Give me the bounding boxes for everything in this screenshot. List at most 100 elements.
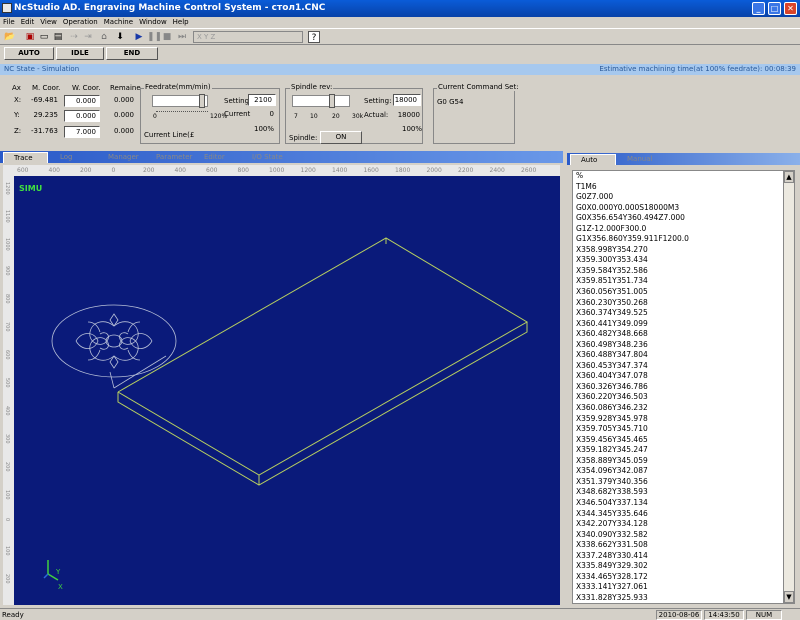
z-axis-indicator	[43, 573, 49, 579]
gcode-line[interactable]: X359.456Y345.465	[573, 435, 783, 446]
gcode-line[interactable]: X340.090Y332.582	[573, 530, 783, 541]
scroll-up-icon[interactable]: ▲	[784, 171, 794, 183]
gcode-line[interactable]: X359.584Y352.586	[573, 266, 783, 277]
gcode-scrollbar[interactable]: ▲ ▼	[783, 170, 795, 604]
gcode-line[interactable]: G1X356.860Y359.911F1200.0	[573, 234, 783, 245]
spindle-on-button[interactable]: ON	[320, 131, 362, 144]
step-forward-icon[interactable]: ⏭	[176, 31, 188, 43]
gcode-line[interactable]: X359.851Y351.734	[573, 276, 783, 287]
gcode-line[interactable]: G0Z7.000	[573, 192, 783, 203]
spindle-slider-thumb[interactable]	[329, 94, 335, 108]
help-icon[interactable]: ?	[308, 31, 320, 43]
gcode-line[interactable]: X359.705Y345.710	[573, 424, 783, 435]
gcode-line[interactable]: %	[573, 171, 783, 182]
gcode-line[interactable]: X360.220Y346.503	[573, 392, 783, 403]
feedrate-current-value: 0	[269, 110, 274, 118]
stop-icon[interactable]: ■	[161, 31, 173, 43]
gcode-line[interactable]: X342.207Y334.128	[573, 519, 783, 530]
gcode-line[interactable]: X331.828Y325.933	[573, 593, 783, 603]
gcode-line[interactable]: X360.453Y347.374	[573, 361, 783, 372]
tab-trace[interactable]: Trace	[3, 152, 48, 163]
download-icon[interactable]: ⬇	[114, 31, 126, 43]
x-remain: 0.000	[113, 96, 134, 104]
menu-edit[interactable]: Edit	[18, 17, 38, 28]
spindle-setting-value[interactable]: 18000	[393, 94, 421, 106]
tab-editor[interactable]: Editor	[194, 152, 242, 163]
gcode-line[interactable]: X334.465Y328.172	[573, 572, 783, 583]
gcode-line[interactable]: X359.300Y353.434	[573, 255, 783, 266]
gcode-line[interactable]: G0X356.654Y360.494Z7.000	[573, 213, 783, 224]
spindle-slider[interactable]	[292, 94, 350, 108]
gcode-line[interactable]: G1Z-12.000F300.0	[573, 224, 783, 235]
ruler-h-tick: 0	[111, 167, 116, 174]
scroll-down-icon[interactable]: ▼	[784, 591, 794, 603]
gcode-line[interactable]: X360.056Y351.005	[573, 287, 783, 298]
spindle-actual-label: Actual:	[364, 111, 389, 119]
carving-outline	[51, 304, 177, 378]
edit-file-icon[interactable]: ▣	[24, 31, 36, 43]
window-list-icon[interactable]: ▤	[52, 31, 64, 43]
move-icon[interactable]: ⇢	[68, 31, 80, 43]
gcode-line[interactable]: X333.141Y327.061	[573, 582, 783, 593]
tab-log[interactable]: Log	[50, 152, 98, 163]
gcode-line[interactable]: X359.928Y345.978	[573, 414, 783, 425]
gcode-line[interactable]: X354.096Y342.087	[573, 466, 783, 477]
gcode-line[interactable]: X344.345Y335.646	[573, 509, 783, 520]
menu-help[interactable]: Help	[170, 17, 192, 28]
horizontal-ruler: 600 400 200 0 200 400 600 800 1000 1200 1400 1600 18…	[3, 165, 560, 176]
feedrate-slider[interactable]	[152, 94, 208, 108]
gcode-line[interactable]: X338.662Y331.508	[573, 540, 783, 551]
gcode-line[interactable]: X360.326Y346.786	[573, 382, 783, 393]
gcode-list[interactable]: % T1M6 G0Z7.000 G0X0.000Y0.000S18000M3 G0X35…	[572, 170, 784, 604]
tab-manager[interactable]: Manager	[98, 152, 146, 163]
spindle-scale-7: 7	[294, 113, 298, 120]
gcode-line[interactable]: X360.374Y349.525	[573, 308, 783, 319]
gcode-line[interactable]: X359.182Y345.247	[573, 445, 783, 456]
gcode-line[interactable]: X351.379Y340.356	[573, 477, 783, 488]
window-icon[interactable]: ▭	[38, 31, 50, 43]
gcode-line[interactable]: X360.441Y349.099	[573, 319, 783, 330]
gcode-line[interactable]: X346.504Y337.134	[573, 498, 783, 509]
feedrate-setting-value[interactable]: 2100	[248, 94, 276, 106]
ruler-v-tick: 1200	[4, 182, 10, 195]
machine-coord-header: M. Coor.	[32, 84, 61, 92]
gcode-line[interactable]: X360.498Y348.236	[573, 340, 783, 351]
gcode-line[interactable]: X335.849Y329.302	[573, 561, 783, 572]
axis-header: Ax	[12, 84, 21, 92]
gcode-line[interactable]: X337.248Y330.414	[573, 551, 783, 562]
play-icon[interactable]: ▶	[133, 31, 145, 43]
menu-window[interactable]: Window	[136, 17, 170, 28]
minimize-button[interactable]: _	[752, 2, 765, 15]
step-icon[interactable]: ⇥	[82, 31, 94, 43]
gcode-line[interactable]: X348.682Y338.593	[573, 487, 783, 498]
menu-machine[interactable]: Machine	[101, 17, 136, 28]
tab-manual[interactable]: Manual	[617, 154, 663, 165]
gcode-line[interactable]: X360.488Y347.804	[573, 350, 783, 361]
menu-file[interactable]: File	[0, 17, 18, 28]
gcode-line[interactable]: G0X0.000Y0.000S18000M3	[573, 203, 783, 214]
tab-io-state[interactable]: I/O State	[242, 152, 294, 163]
gcode-line[interactable]: X358.889Y345.059	[573, 456, 783, 467]
home-icon[interactable]: ⌂	[98, 31, 110, 43]
ruler-h-tick: 1400	[332, 167, 348, 174]
tab-auto[interactable]: Auto	[570, 154, 616, 165]
tab-parameter[interactable]: Parameter	[146, 152, 194, 163]
open-folder-icon[interactable]: 📂	[4, 31, 16, 43]
z-work-coord: 7.000	[64, 126, 100, 138]
gcode-line[interactable]: X358.998Y354.270	[573, 245, 783, 256]
menu-operation[interactable]: Operation	[60, 17, 101, 28]
gcode-line[interactable]: X360.482Y348.668	[573, 329, 783, 340]
menu-view[interactable]: View	[37, 17, 60, 28]
feedrate-slider-thumb[interactable]	[199, 94, 205, 108]
spindle-actual-value: 18000	[397, 111, 420, 119]
view-tabs: Trace Log Manager Parameter Editor I/O S…	[0, 151, 563, 163]
close-button[interactable]: ✕	[784, 2, 797, 15]
gcode-line[interactable]: T1M6	[573, 182, 783, 193]
gcode-line[interactable]: X360.230Y350.268	[573, 298, 783, 309]
gcode-line[interactable]: X360.404Y347.078	[573, 371, 783, 382]
gcode-line[interactable]: X360.086Y346.232	[573, 403, 783, 414]
window-title: NcStudio AD. Engraving Machine Control S…	[14, 3, 326, 13]
maximize-button[interactable]: □	[768, 2, 781, 15]
pause-icon[interactable]: ❚❚	[147, 31, 162, 43]
simulation-canvas[interactable]: SIMU Y X	[14, 176, 560, 605]
